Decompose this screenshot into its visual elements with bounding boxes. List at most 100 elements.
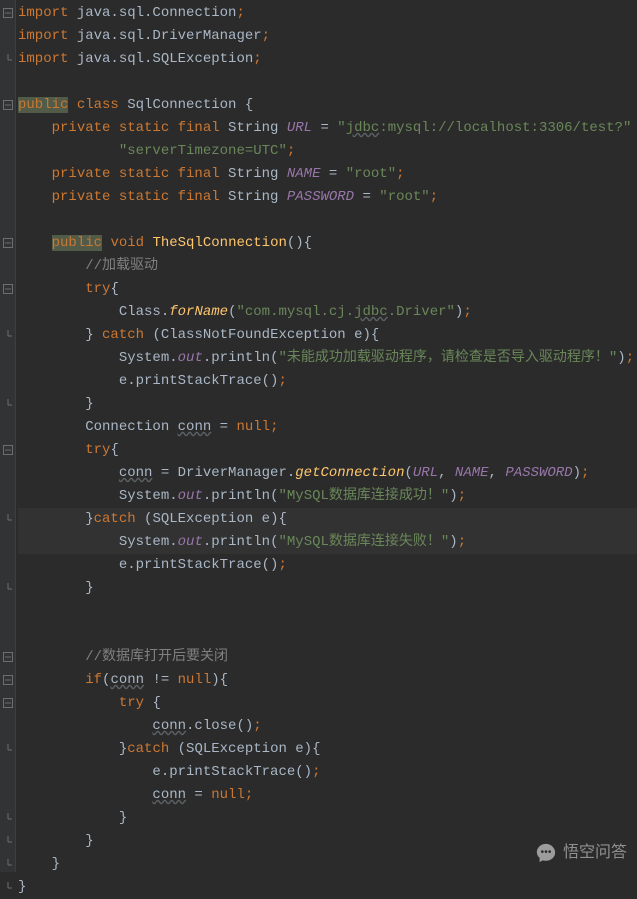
code-line[interactable]: try{ xyxy=(18,278,637,301)
code-line[interactable]: "serverTimezone=UTC"; xyxy=(18,140,637,163)
code-token: ) xyxy=(449,534,457,550)
code-line[interactable]: try{ xyxy=(18,439,637,462)
code-line[interactable]: public void TheSqlConnection(){ xyxy=(18,232,637,255)
code-token: Connection xyxy=(85,419,177,435)
code-line[interactable]: Class.forName("com.mysql.cj.jdbc.Driver"… xyxy=(18,301,637,324)
code-line[interactable]: conn = null; xyxy=(18,784,637,807)
code-token: ; xyxy=(396,166,404,182)
code-token: (ClassNotFoundException e){ xyxy=(144,327,379,343)
code-line[interactable] xyxy=(18,209,637,232)
code-line[interactable]: conn = DriverManager.getConnection(URL, … xyxy=(18,462,637,485)
code-token: //数据库打开后要关闭 xyxy=(85,649,228,665)
code-token: } xyxy=(119,810,127,826)
code-token: ; xyxy=(270,419,278,435)
code-token: } xyxy=(18,879,26,895)
code-token: System. xyxy=(119,534,178,550)
code-token: class xyxy=(77,97,119,113)
code-token: conn xyxy=(178,419,212,435)
code-token: { xyxy=(144,695,161,711)
code-line[interactable]: } xyxy=(18,876,637,899)
fold-collapse-icon[interactable] xyxy=(2,697,14,709)
fold-end-icon[interactable] xyxy=(2,53,14,65)
fold-collapse-icon[interactable] xyxy=(2,444,14,456)
code-token: conn xyxy=(152,718,186,734)
code-token: " xyxy=(337,120,345,136)
code-line[interactable]: System.out.println("MySQL数据库连接成功！"); xyxy=(18,485,637,508)
code-token: } xyxy=(52,856,60,872)
code-line[interactable]: public class SqlConnection { xyxy=(18,94,637,117)
code-line[interactable]: e.printStackTrace(); xyxy=(18,761,637,784)
fold-collapse-icon[interactable] xyxy=(2,283,14,295)
code-line[interactable]: import java.sql.DriverManager; xyxy=(18,25,637,48)
fold-end-icon[interactable] xyxy=(2,835,14,847)
code-token: ; xyxy=(463,304,471,320)
code-line[interactable]: }catch (SQLException e){ xyxy=(18,508,637,531)
code-line[interactable] xyxy=(18,623,637,646)
code-line[interactable]: private static final String NAME = "root… xyxy=(18,163,637,186)
code-token: //加载驱动 xyxy=(85,258,158,274)
code-token: + xyxy=(631,120,637,136)
code-token: out xyxy=(178,488,203,504)
fold-collapse-icon[interactable] xyxy=(2,7,14,19)
fold-end-icon[interactable] xyxy=(2,513,14,525)
code-token: if xyxy=(85,672,102,688)
code-line[interactable]: } catch (ClassNotFoundException e){ xyxy=(18,324,637,347)
code-token: forName xyxy=(169,304,228,320)
code-line[interactable]: import java.sql.SQLException; xyxy=(18,48,637,71)
code-token: out xyxy=(178,350,203,366)
code-line[interactable]: try { xyxy=(18,692,637,715)
code-token: } xyxy=(85,511,93,527)
code-token: null xyxy=(178,672,212,688)
fold-end-icon[interactable] xyxy=(2,743,14,755)
code-line[interactable]: e.printStackTrace(); xyxy=(18,370,637,393)
code-line[interactable]: //数据库打开后要关闭 xyxy=(18,646,637,669)
code-line[interactable]: } xyxy=(18,807,637,830)
code-token: TheSqlConnection xyxy=(152,235,286,251)
code-line[interactable]: }catch (SQLException e){ xyxy=(18,738,637,761)
code-line[interactable] xyxy=(18,600,637,623)
code-line[interactable]: } xyxy=(18,577,637,600)
code-line[interactable]: Connection conn = null; xyxy=(18,416,637,439)
fold-end-icon[interactable] xyxy=(2,881,14,893)
code-line[interactable]: private static final String PASSWORD = "… xyxy=(18,186,637,209)
fold-end-icon[interactable] xyxy=(2,858,14,870)
code-token: catch xyxy=(127,741,169,757)
code-token: URL xyxy=(287,120,312,136)
code-token: null xyxy=(211,787,245,803)
fold-collapse-icon[interactable] xyxy=(2,674,14,686)
code-token: = xyxy=(320,166,345,182)
code-token: e.printStackTrace() xyxy=(119,557,279,573)
code-line[interactable]: //加载驱动 xyxy=(18,255,637,278)
code-line[interactable]: e.printStackTrace(); xyxy=(18,554,637,577)
code-line[interactable]: private static final String URL = "jdbc:… xyxy=(18,117,637,140)
code-token: ; xyxy=(245,787,253,803)
code-token: = xyxy=(186,787,211,803)
code-token: ; xyxy=(458,534,466,550)
code-token: .println( xyxy=(203,350,279,366)
code-token: ; xyxy=(287,143,295,159)
fold-end-icon[interactable] xyxy=(2,398,14,410)
fold-collapse-icon[interactable] xyxy=(2,651,14,663)
code-token: java.sql.SQLException xyxy=(68,51,253,67)
code-token: "未能成功加载驱动程序，请检查是否导入驱动程序！" xyxy=(278,350,617,366)
code-line[interactable] xyxy=(18,71,637,94)
code-token: try xyxy=(119,695,144,711)
code-token: ) xyxy=(449,488,457,504)
code-line[interactable]: } xyxy=(18,393,637,416)
fold-end-icon[interactable] xyxy=(2,329,14,341)
code-line[interactable]: conn.close(); xyxy=(18,715,637,738)
code-line[interactable]: import java.sql.Connection; xyxy=(18,2,637,25)
fold-end-icon[interactable] xyxy=(2,812,14,824)
code-token: :mysql://localhost:3306/test?" xyxy=(379,120,631,136)
code-token: PASSWORD xyxy=(505,465,572,481)
code-line[interactable]: System.out.println("未能成功加载驱动程序，请检查是否导入驱动… xyxy=(18,347,637,370)
code-editor[interactable]: import java.sql.Connection;import java.s… xyxy=(0,0,637,899)
code-token: = xyxy=(312,120,337,136)
code-line[interactable]: if(conn != null){ xyxy=(18,669,637,692)
code-line[interactable]: System.out.println("MySQL数据库连接失败！"); xyxy=(18,531,637,554)
fold-collapse-icon[interactable] xyxy=(2,237,14,249)
code-token: (SQLException e){ xyxy=(136,511,287,527)
fold-collapse-icon[interactable] xyxy=(2,99,14,111)
code-token: (SQLException e){ xyxy=(169,741,320,757)
fold-end-icon[interactable] xyxy=(2,582,14,594)
